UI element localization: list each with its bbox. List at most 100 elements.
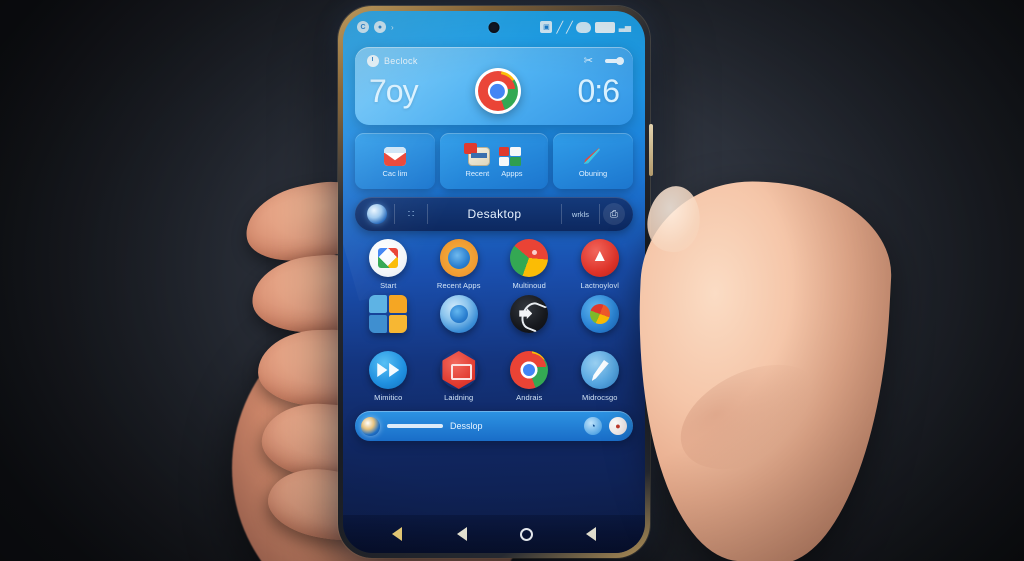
app-card-label-apps: Appps xyxy=(501,169,523,178)
search-input[interactable]: Desaktop xyxy=(428,207,561,221)
assistant-orb-icon[interactable] xyxy=(367,204,387,224)
app-item-start[interactable]: Start xyxy=(353,239,424,290)
tick-icon-2: ╱ xyxy=(566,21,573,34)
back-button-2[interactable] xyxy=(445,523,479,545)
card-labels-pen: Obuning xyxy=(579,169,607,178)
scissors-icon[interactable]: ✂ xyxy=(584,54,593,67)
app-item-office[interactable] xyxy=(565,295,636,346)
app-card-obuning[interactable]: Obuning xyxy=(553,133,633,189)
notification-icon[interactable]: ● xyxy=(609,417,627,435)
chrome-icon xyxy=(510,351,549,389)
app-label-lactnoylovl: Lactnoylovl xyxy=(580,281,620,290)
dots-icon[interactable]: ∷ xyxy=(403,209,419,220)
chrome-inner xyxy=(523,364,536,376)
widget-actions: ✂ xyxy=(584,54,624,67)
pen-icon xyxy=(580,351,619,389)
office-icon xyxy=(580,295,619,333)
card-icons-pen xyxy=(582,147,604,166)
pen-tool-icon xyxy=(582,147,604,166)
cloud-icon xyxy=(575,21,591,33)
app-grid: Start Recent Apps Multinoud Lactnoylovl xyxy=(353,239,635,402)
app-item-andrais[interactable]: Andrais xyxy=(494,351,565,402)
divider xyxy=(394,204,395,224)
status-bar-left: C ● › xyxy=(357,21,394,33)
chrome-logo-icon[interactable] xyxy=(474,68,521,114)
progress-bar xyxy=(387,424,443,428)
signal-icon: ▃▅ xyxy=(618,22,631,32)
card-icons-recent xyxy=(463,143,521,166)
navigation-bar xyxy=(343,515,645,553)
chevron-right-icon: › xyxy=(391,22,394,32)
window-icon xyxy=(463,143,490,166)
weather-icon[interactable]: ◔ xyxy=(584,417,602,435)
search-bar[interactable]: ∷ Desaktop wrkls ⎙ xyxy=(355,197,633,231)
widget-brand-label: Beclock xyxy=(384,55,418,66)
app-label-multinoud: Multinoud xyxy=(512,281,546,290)
back-triangle-icon xyxy=(392,527,403,541)
app-item-edge[interactable] xyxy=(424,295,495,346)
app-card-row: Cac lim Recent Appps Obuning xyxy=(355,133,633,189)
clock-widget[interactable]: Beclock ✂ 7oy 0:6 xyxy=(355,47,633,125)
app-item-laidning[interactable]: Laidning xyxy=(424,351,495,402)
app-item-recent-apps[interactable]: Recent Apps xyxy=(424,239,495,290)
app-item-mimitico[interactable]: Mimitico xyxy=(353,351,424,402)
hexagon-video-icon xyxy=(440,351,478,389)
microsoft-grid-icon xyxy=(498,147,521,166)
screenshot-icon: ▣ xyxy=(540,21,553,33)
desktop-strip[interactable]: Desslop ◔ ● xyxy=(355,411,633,441)
app-card-recent-apps[interactable]: Recent Appps xyxy=(440,133,548,189)
status-bar-right: ▣ ╱ ╱ ▃▅ xyxy=(540,21,631,34)
cortana-orb-icon[interactable] xyxy=(361,416,380,436)
card-labels-recent: Recent Appps xyxy=(465,169,522,178)
dark-arrow-icon xyxy=(510,295,549,333)
back-triangle-icon-2 xyxy=(456,527,467,541)
scene-root: C ● › ▣ ╱ ╱ ▃▅ Beclock ✂ 7oy 0:6 Cac lim… xyxy=(0,0,1024,561)
front-camera-icon xyxy=(488,22,500,33)
warning-triangle-icon xyxy=(580,239,619,277)
widget-right-value: 0:6 xyxy=(577,73,620,109)
app-card-mail[interactable]: Cac lim xyxy=(355,133,435,189)
widget-left-value: 7oy xyxy=(369,73,419,109)
card-labels: Cac lim xyxy=(382,169,407,178)
app-item-lactnoylovl[interactable]: Lactnoylovl xyxy=(565,239,636,290)
back-button-3[interactable] xyxy=(574,523,608,545)
clock-circle-icon: C xyxy=(357,21,369,33)
app-label-laidning: Laidning xyxy=(444,393,474,402)
media-player-icon xyxy=(369,351,408,389)
tick-icon: ╱ xyxy=(556,21,563,34)
power-button[interactable] xyxy=(649,124,653,176)
pie-chart-icon xyxy=(510,239,549,277)
app-item-windows[interactable] xyxy=(353,295,424,346)
widget-brand: Beclock xyxy=(367,54,418,67)
printer-icon[interactable]: ⎙ xyxy=(603,203,625,225)
home-button[interactable] xyxy=(509,523,543,545)
app-label-andrais: Andrais xyxy=(516,393,543,402)
battery-icon xyxy=(594,21,615,33)
app-card-label-mail: Cac lim xyxy=(382,169,408,178)
app-card-label-obuning: Obuning xyxy=(578,169,608,178)
app-label-start: Start xyxy=(380,281,397,290)
back-triangle-icon-3 xyxy=(585,527,596,541)
app-label-midrocsgo: Midrocsgo xyxy=(582,393,618,402)
app-label-recent-apps: Recent Apps xyxy=(436,281,481,290)
start-menu-icon xyxy=(369,239,408,277)
gmail-icon xyxy=(384,147,406,166)
widget-header: Beclock ✂ xyxy=(367,54,624,67)
slider-icon[interactable] xyxy=(605,56,624,65)
app-item-dark-arrow[interactable] xyxy=(494,295,565,346)
back-button-1[interactable] xyxy=(380,523,414,545)
app-label-mimitico: Mimitico xyxy=(374,393,403,402)
firefox-icon xyxy=(439,239,478,277)
phone-screen[interactable]: C ● › ▣ ╱ ╱ ▃▅ Beclock ✂ 7oy 0:6 Cac lim… xyxy=(343,11,645,553)
smartphone: C ● › ▣ ╱ ╱ ▃▅ Beclock ✂ 7oy 0:6 Cac lim… xyxy=(338,6,653,558)
windows-logo-icon xyxy=(369,295,408,333)
clock-icon xyxy=(367,54,379,67)
app-item-multinoud[interactable]: Multinoud xyxy=(494,239,565,290)
app-item-midrocsgo[interactable]: Midrocsgo xyxy=(565,351,636,402)
card-icons xyxy=(384,147,406,166)
divider xyxy=(599,204,600,224)
cloud-circle-icon: ● xyxy=(374,21,386,33)
search-secondary-label: wrkls xyxy=(571,209,589,219)
home-circle-icon xyxy=(519,527,533,541)
app-card-label-recent: Recent xyxy=(465,169,490,178)
